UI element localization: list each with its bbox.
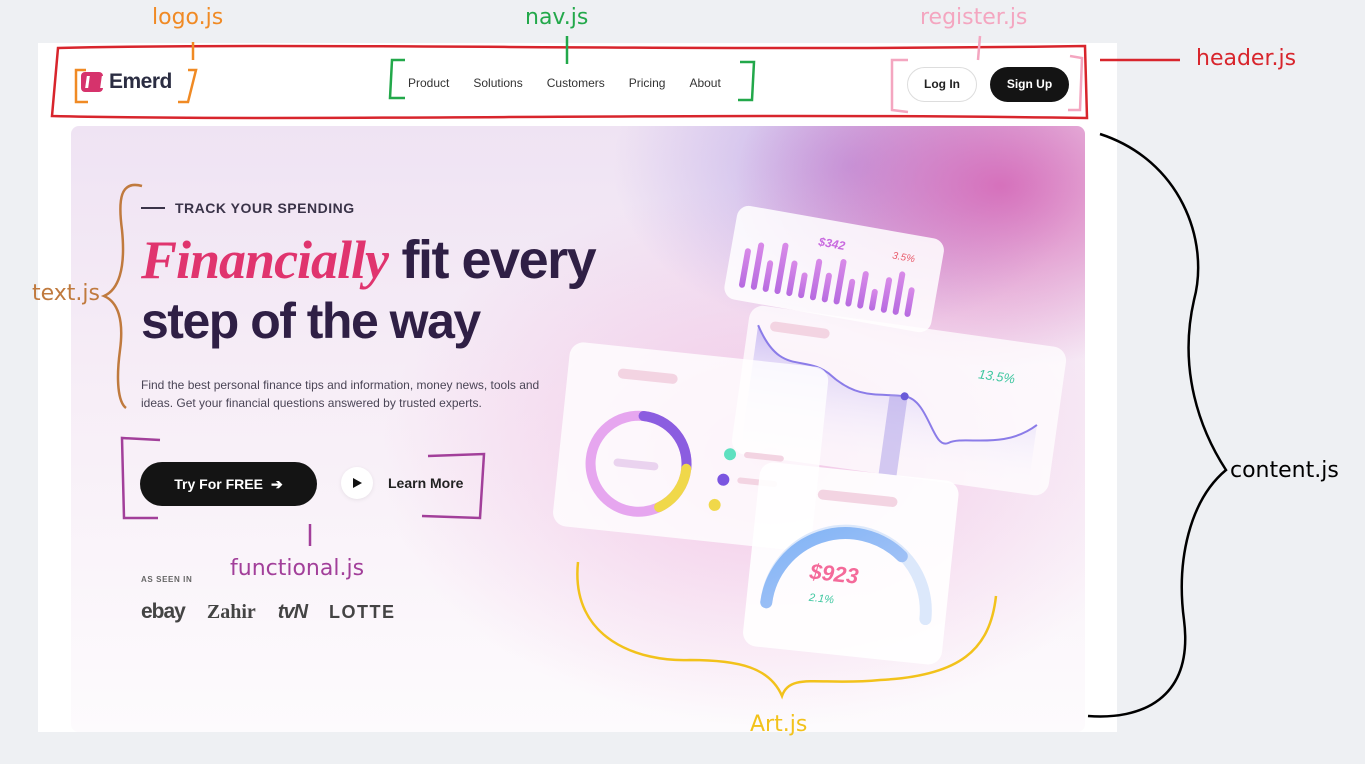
- annotation-functional: functional.js: [230, 556, 365, 581]
- annotation-register: register.js: [920, 5, 1028, 30]
- annotation-text: text.js: [32, 281, 100, 306]
- annotation-logo: logo.js: [152, 5, 224, 30]
- annotation-nav: nav.js: [525, 5, 589, 30]
- annotation-overlay: [50, 35, 1228, 718]
- annotation-content: content.js: [1230, 458, 1339, 483]
- annotation-header: header.js: [1196, 46, 1297, 71]
- screenshot-stage: Emerd Product Solutions Customers Pricin…: [0, 0, 1365, 764]
- annotation-art: Art.js: [750, 712, 808, 737]
